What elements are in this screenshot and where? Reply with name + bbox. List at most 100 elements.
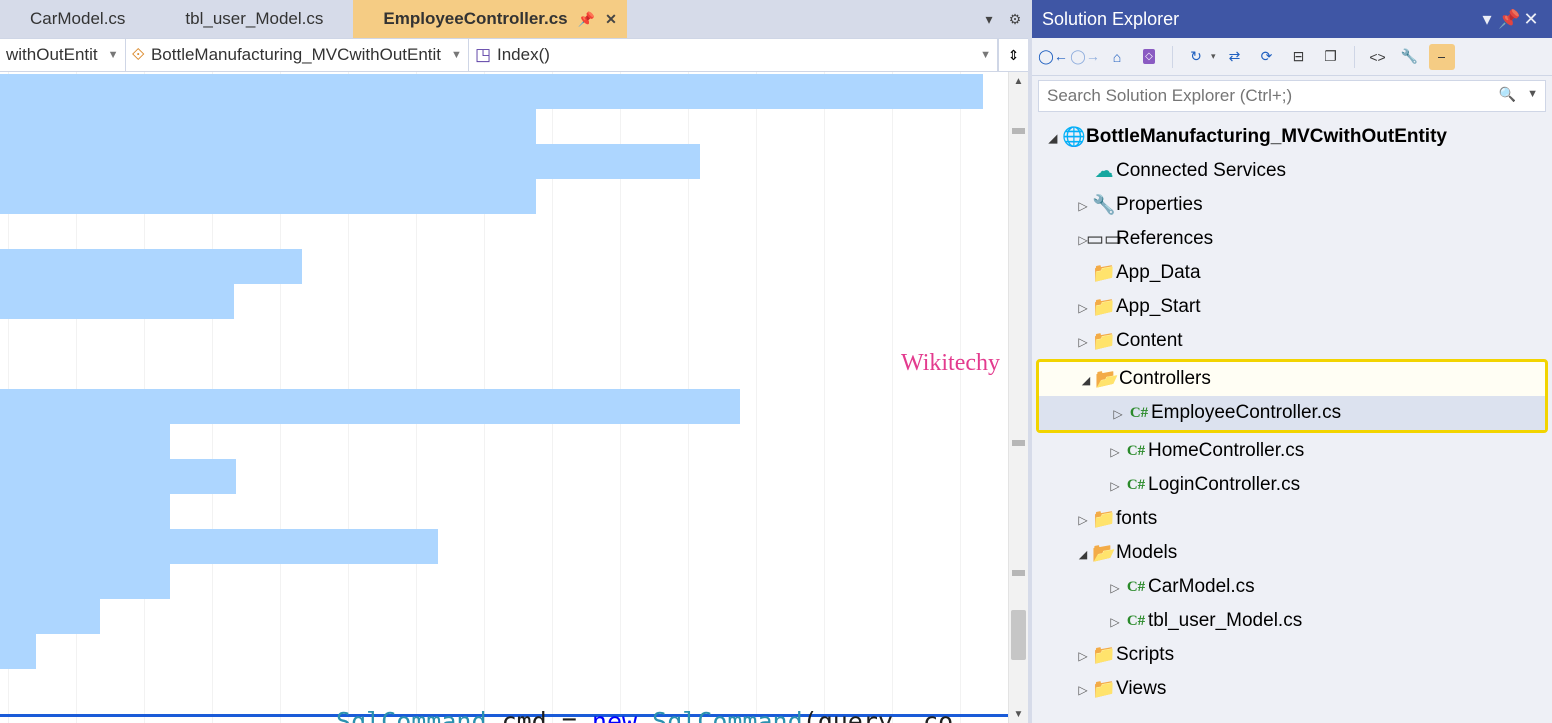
scroll-down-button[interactable]: ▼	[1009, 705, 1028, 723]
expand-toggle[interactable]	[1106, 613, 1124, 630]
chevron-down-icon[interactable]: ▼	[1527, 88, 1538, 100]
folder-icon: 📁	[1092, 295, 1116, 319]
class-dropdown[interactable]: ⟐ BottleManufacturing_MVCwithOutEntit▼	[126, 39, 469, 71]
class-icon: ⟐	[132, 45, 145, 65]
tree-item-tbluser-model[interactable]: C# tbl_user_Model.cs	[1036, 604, 1548, 638]
expand-toggle[interactable]	[1074, 299, 1092, 316]
tree-item-home-controller[interactable]: C# HomeController.cs	[1036, 434, 1548, 468]
tree-item-controllers[interactable]: 📂 Controllers	[1039, 362, 1545, 396]
expand-toggle[interactable]	[1106, 579, 1124, 596]
tree-item-employee-controller[interactable]: C# EmployeeController.cs	[1039, 396, 1545, 430]
expand-toggle[interactable]	[1074, 333, 1092, 350]
code-token: (query, co	[803, 707, 954, 723]
folder-icon: 📁	[1092, 507, 1116, 531]
tree-item-appdata[interactable]: 📁 App_Data	[1036, 256, 1548, 290]
tree-label: Scripts	[1116, 644, 1174, 666]
tree-label: App_Data	[1116, 262, 1201, 284]
csharp-file-icon: C#	[1127, 405, 1151, 422]
tree-item-login-controller[interactable]: C# LoginController.cs	[1036, 468, 1548, 502]
chevron-down-icon: ▼	[447, 49, 462, 61]
tree-project-root[interactable]: 🌐 BottleManufacturing_MVCwithOutEntity	[1036, 120, 1548, 154]
expand-toggle[interactable]	[1074, 545, 1092, 562]
namespace-dropdown[interactable]: withOutEntit▼	[0, 39, 126, 71]
tree-item-references[interactable]: ▭▭ References	[1036, 222, 1548, 256]
code-token: =	[562, 707, 577, 723]
tree-label: App_Start	[1116, 296, 1201, 318]
expand-toggle[interactable]	[1044, 129, 1062, 146]
nav-label: Index()	[497, 45, 550, 65]
tab-carmodel[interactable]: CarModel.cs	[0, 0, 155, 38]
nav-label: withOutEntit	[6, 45, 98, 65]
expand-toggle[interactable]	[1074, 681, 1092, 698]
expand-toggle[interactable]	[1109, 405, 1127, 422]
expand-toggle[interactable]	[1074, 197, 1092, 214]
expand-toggle[interactable]	[1106, 477, 1124, 494]
tree-label: tbl_user_Model.cs	[1148, 610, 1302, 632]
tree-label: BottleManufacturing_MVCwithOutEntity	[1086, 126, 1447, 148]
solution-explorer-search[interactable]: 🔍 ▼	[1038, 80, 1546, 112]
tree-label: Content	[1116, 330, 1183, 352]
document-tab-strip: CarModel.cs tbl_user_Model.cs EmployeeCo…	[0, 0, 1028, 38]
tree-item-fonts[interactable]: 📁 fonts	[1036, 502, 1548, 536]
preview-selected-button[interactable]: ⎯	[1429, 44, 1455, 70]
pending-changes-button[interactable]: ⇄	[1222, 44, 1248, 70]
code-token: SqlCommand	[652, 707, 803, 723]
tree-item-properties[interactable]: 🔧 Properties	[1036, 188, 1548, 222]
expand-toggle[interactable]	[1077, 371, 1095, 388]
close-icon[interactable]: ✕	[1520, 9, 1542, 30]
chevron-down-icon: ▼	[976, 49, 991, 61]
expand-toggle[interactable]	[1106, 443, 1124, 460]
tree-item-carmodel[interactable]: C# CarModel.cs	[1036, 570, 1548, 604]
scroll-thumb[interactable]	[1011, 610, 1026, 660]
panel-title: Solution Explorer	[1042, 9, 1179, 30]
tree-item-appstart[interactable]: 📁 App_Start	[1036, 290, 1548, 324]
csharp-file-icon: C#	[1124, 477, 1148, 494]
search-input[interactable]	[1038, 80, 1546, 112]
close-icon[interactable]: ✕	[605, 11, 617, 28]
view-code-button[interactable]: <>	[1365, 44, 1391, 70]
code-content[interactable]: SqlCommand cmd = new SqlCommand(query, c…	[0, 72, 1028, 723]
connected-services-icon: ☁	[1092, 160, 1116, 183]
sync-with-active-button[interactable]: ◇	[1136, 44, 1162, 70]
folder-icon: 📁	[1092, 261, 1116, 285]
method-icon: ◳	[475, 45, 491, 65]
show-all-files-button[interactable]: ❐	[1318, 44, 1344, 70]
tab-tbl-user-model[interactable]: tbl_user_Model.cs	[155, 0, 353, 38]
back-button[interactable]: ◯←	[1040, 44, 1066, 70]
tree-label: Views	[1116, 678, 1166, 700]
solution-tree[interactable]: 🌐 BottleManufacturing_MVCwithOutEntity ☁…	[1032, 116, 1552, 723]
tree-label: Controllers	[1119, 368, 1211, 390]
tree-item-models[interactable]: 📂 Models	[1036, 536, 1548, 570]
code-token: cmd	[487, 707, 562, 723]
home-button[interactable]: ⌂	[1104, 44, 1130, 70]
tree-item-views[interactable]: 📁 Views	[1036, 672, 1548, 706]
tab-employee-controller[interactable]: EmployeeController.cs 📌 ✕	[353, 0, 626, 38]
code-navigation-bar: withOutEntit▼ ⟐ BottleManufacturing_MVCw…	[0, 38, 1028, 72]
properties-button[interactable]: 🔧	[1397, 44, 1423, 70]
refresh-button[interactable]: ↻	[1183, 44, 1209, 70]
folder-icon: 📁	[1092, 643, 1116, 667]
method-dropdown[interactable]: ◳ Index() ▼	[469, 39, 998, 71]
scroll-up-button[interactable]: ▲	[1009, 72, 1028, 90]
pin-icon[interactable]: 📌	[1498, 9, 1520, 30]
tree-item-scripts[interactable]: 📁 Scripts	[1036, 638, 1548, 672]
references-icon: ▭▭	[1092, 228, 1116, 251]
panel-menu-icon[interactable]: ▾	[1476, 9, 1498, 30]
code-editor-area: CarModel.cs tbl_user_Model.cs EmployeeCo…	[0, 0, 1032, 723]
collapse-all-button[interactable]: ⊟	[1286, 44, 1312, 70]
tab-settings-button[interactable]: ⚙	[1002, 0, 1028, 38]
solution-explorer-titlebar[interactable]: Solution Explorer ▾ 📌 ✕	[1032, 0, 1552, 38]
tab-overflow-button[interactable]: ▾	[976, 0, 1002, 38]
search-icon[interactable]: 🔍	[1499, 86, 1516, 103]
tree-label: CarModel.cs	[1148, 576, 1255, 598]
tree-item-content[interactable]: 📁 Content	[1036, 324, 1548, 358]
tree-item-connected-services[interactable]: ☁ Connected Services	[1036, 154, 1548, 188]
pin-icon[interactable]: 📌	[578, 11, 595, 28]
vertical-scrollbar[interactable]: ▲ ▼	[1008, 72, 1028, 723]
refresh-icon[interactable]: ⟳	[1254, 44, 1280, 70]
expand-toggle[interactable]	[1074, 647, 1092, 664]
split-editor-button[interactable]: ⇕	[998, 39, 1028, 71]
expand-toggle[interactable]	[1074, 511, 1092, 528]
tree-label: EmployeeController.cs	[1151, 402, 1341, 424]
forward-button[interactable]: ◯→	[1072, 44, 1098, 70]
